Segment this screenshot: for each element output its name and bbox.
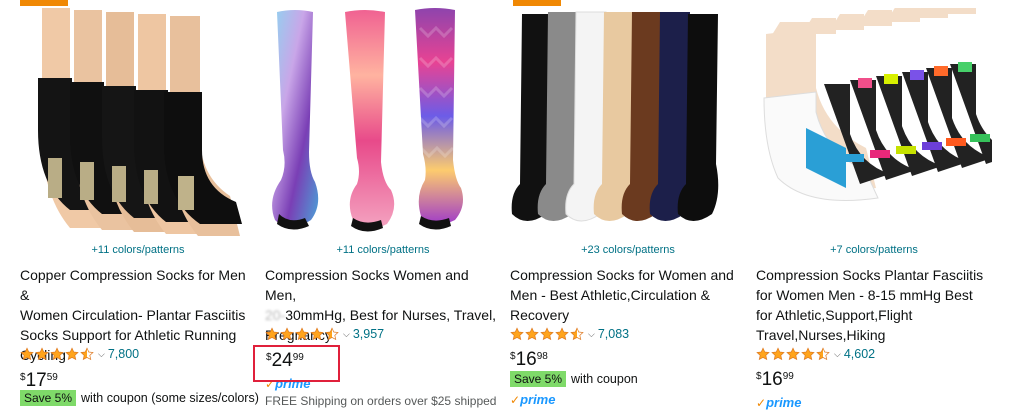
title-line: Travel,Nurses,Hiking [756,327,886,343]
title-line: Compression Socks Women and Men, [265,267,469,303]
title-line: Recovery [510,307,570,323]
price[interactable]: $ 16 99 [756,369,794,391]
title-line: Men - Best Athletic,Circulation & [510,287,710,303]
colors-patterns-link[interactable]: +23 colors/patterns [510,244,746,256]
price-fraction: 99 [782,371,794,382]
star-icon [310,327,324,341]
star-icon [510,327,524,341]
star-icon [555,327,569,341]
star-rating[interactable] [756,347,831,361]
coupon-row[interactable]: Save 5% with coupon (some sizes/colors) [20,390,259,406]
price-whole: 17 [25,370,47,391]
prime-badge: ✓ prime [510,392,555,407]
coupon-row[interactable]: Save 5% with coupon [510,371,638,387]
product-card-3: +23 colors/patterns Compression Socks fo… [510,0,746,414]
prime-check-icon: ✓ [510,392,521,407]
star-icon [816,347,830,361]
product-title[interactable]: Compression Socks Plantar Fasciitis for … [756,265,992,345]
star-icon [786,347,800,361]
star-icon [265,327,279,341]
colors-patterns-link[interactable]: +11 colors/patterns [265,244,501,256]
review-count[interactable]: 7,083 [598,327,629,341]
save-badge: Save 5% [510,371,567,387]
product-image[interactable] [20,8,256,236]
star-icon [570,327,584,341]
title-line: 20-30mmHg, Best for Nurses, Travel, [265,305,501,325]
shipping-text: FREE Shipping on orders over $25 shipped [265,394,497,408]
chevron-down-icon[interactable]: ⌵ [834,349,841,360]
save-badge: Save 5% [20,390,77,406]
star-icon [65,347,79,361]
star-icon [771,347,785,361]
price-whole: 16 [761,369,783,390]
title-line-text: 20-30mmHg, Best for Nurses, Travel, [265,307,497,323]
title-line: for Women Men - 8-15 mmHg Best [756,287,973,303]
price[interactable]: $ 16 98 [510,349,548,371]
title-line: for Athletic,Support,Flight [756,307,913,323]
rating-row: ⌵ 7,083 [510,326,629,342]
product-image[interactable] [265,8,501,236]
star-icon [80,347,94,361]
review-count[interactable]: 7,800 [108,347,139,361]
title-line: Women Circulation- Plantar Fasciitis [20,307,246,323]
product-image[interactable] [756,8,992,236]
colors-patterns-link[interactable]: +7 colors/patterns [756,244,992,256]
star-icon [525,327,539,341]
chevron-down-icon[interactable]: ⌵ [343,329,350,340]
title-line: Compression Socks Plantar Fasciitis [756,267,984,283]
star-icon [50,347,64,361]
star-rating[interactable] [510,327,585,341]
rating-row: ⌵ 3,957 [265,326,384,342]
price-highlight-box [253,345,340,382]
rating-row: ⌵ 4,602 [756,346,875,362]
prime-check-icon: ✓ [756,395,767,410]
star-icon [20,347,34,361]
product-title[interactable]: Compression Socks for Women and Men - Be… [510,265,746,325]
star-icon [540,327,554,341]
price[interactable]: $ 17 59 [20,370,58,392]
prime-badge: ✓ prime [756,395,801,410]
title-line: Copper Compression Socks for Men & [20,267,246,303]
star-icon [35,347,49,361]
review-count[interactable]: 3,957 [353,327,384,341]
price-whole: 16 [515,349,537,370]
star-rating[interactable] [265,327,340,341]
coupon-text: with coupon [571,372,638,386]
price-fraction: 59 [46,372,58,383]
product-card-1: +11 colors/patterns Copper Compression S… [20,0,259,414]
star-icon [295,327,309,341]
chevron-down-icon[interactable]: ⌵ [588,329,595,340]
title-line: Socks Support for Athletic Running [20,327,237,343]
product-card-4: +7 colors/patterns Compression Socks Pla… [756,0,992,414]
prime-label: prime [520,392,556,407]
star-rating[interactable] [20,347,95,361]
chevron-down-icon[interactable]: ⌵ [98,349,105,360]
star-icon [801,347,815,361]
coupon-text: with coupon (some sizes/colors) [81,391,259,405]
star-icon [280,327,294,341]
colors-patterns-link[interactable]: +11 colors/patterns [20,244,256,256]
star-icon [756,347,770,361]
title-line: Compression Socks for Women and [510,267,734,283]
rating-row: ⌵ 7,800 [20,346,139,362]
star-icon [325,327,339,341]
product-image[interactable] [510,8,746,236]
prime-label: prime [766,395,802,410]
price-fraction: 98 [536,351,548,362]
review-count[interactable]: 4,602 [844,347,875,361]
